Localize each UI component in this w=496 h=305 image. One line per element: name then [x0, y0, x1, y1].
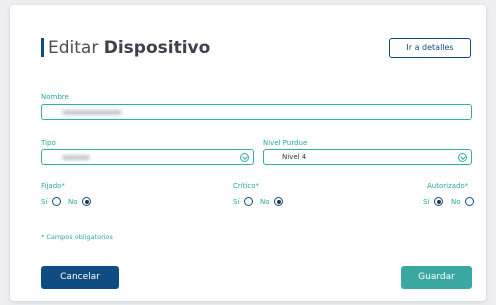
- required-fields-note: * Campos obligatorios: [41, 233, 113, 241]
- cancel-button[interactable]: Cancelar: [41, 266, 119, 289]
- autorizado-si-label: Sí: [423, 198, 430, 206]
- tipo-blurred-value: [62, 155, 90, 160]
- nombre-blurred-value: [62, 110, 122, 115]
- autorizado-label: Autorizado*: [427, 182, 469, 190]
- autorizado-no-label: No: [451, 198, 461, 206]
- title-accent-bar: [41, 38, 44, 57]
- critico-no-radio[interactable]: [274, 197, 283, 206]
- critico-si-label: Sí: [233, 198, 240, 206]
- nombre-label: Nombre: [41, 93, 69, 101]
- fijado-no-label: No: [68, 198, 78, 206]
- critico-si-radio[interactable]: [244, 197, 253, 206]
- save-button[interactable]: Guardar: [401, 266, 472, 289]
- autorizado-si-radio[interactable]: [434, 197, 443, 206]
- chevron-down-icon: [240, 152, 249, 162]
- fijado-si-label: Sí: [41, 198, 48, 206]
- go-to-details-button[interactable]: Ir a detalles: [389, 38, 471, 58]
- chevron-down-icon: [458, 152, 467, 162]
- page-title-bold: Dispositivo: [103, 38, 211, 58]
- nombre-input[interactable]: [41, 104, 472, 120]
- critico-label: Crítico*: [233, 182, 260, 190]
- nivel-purdue-value: Nivel 4: [282, 153, 307, 161]
- autorizado-no-radio[interactable]: [465, 197, 474, 206]
- fijado-si-radio[interactable]: [52, 197, 61, 206]
- fijado-label: Fijado*: [41, 182, 65, 190]
- critico-no-label: No: [260, 198, 270, 206]
- page-title: Editar Dispositivo: [48, 37, 210, 59]
- page-title-light: Editar: [48, 38, 99, 58]
- fijado-no-radio[interactable]: [82, 197, 91, 206]
- nivel-purdue-select[interactable]: Nivel 4: [263, 149, 472, 165]
- tipo-label: Tipo: [41, 139, 56, 147]
- tipo-select[interactable]: [41, 149, 254, 165]
- nivel-purdue-label: Nivel Purdue: [263, 139, 308, 147]
